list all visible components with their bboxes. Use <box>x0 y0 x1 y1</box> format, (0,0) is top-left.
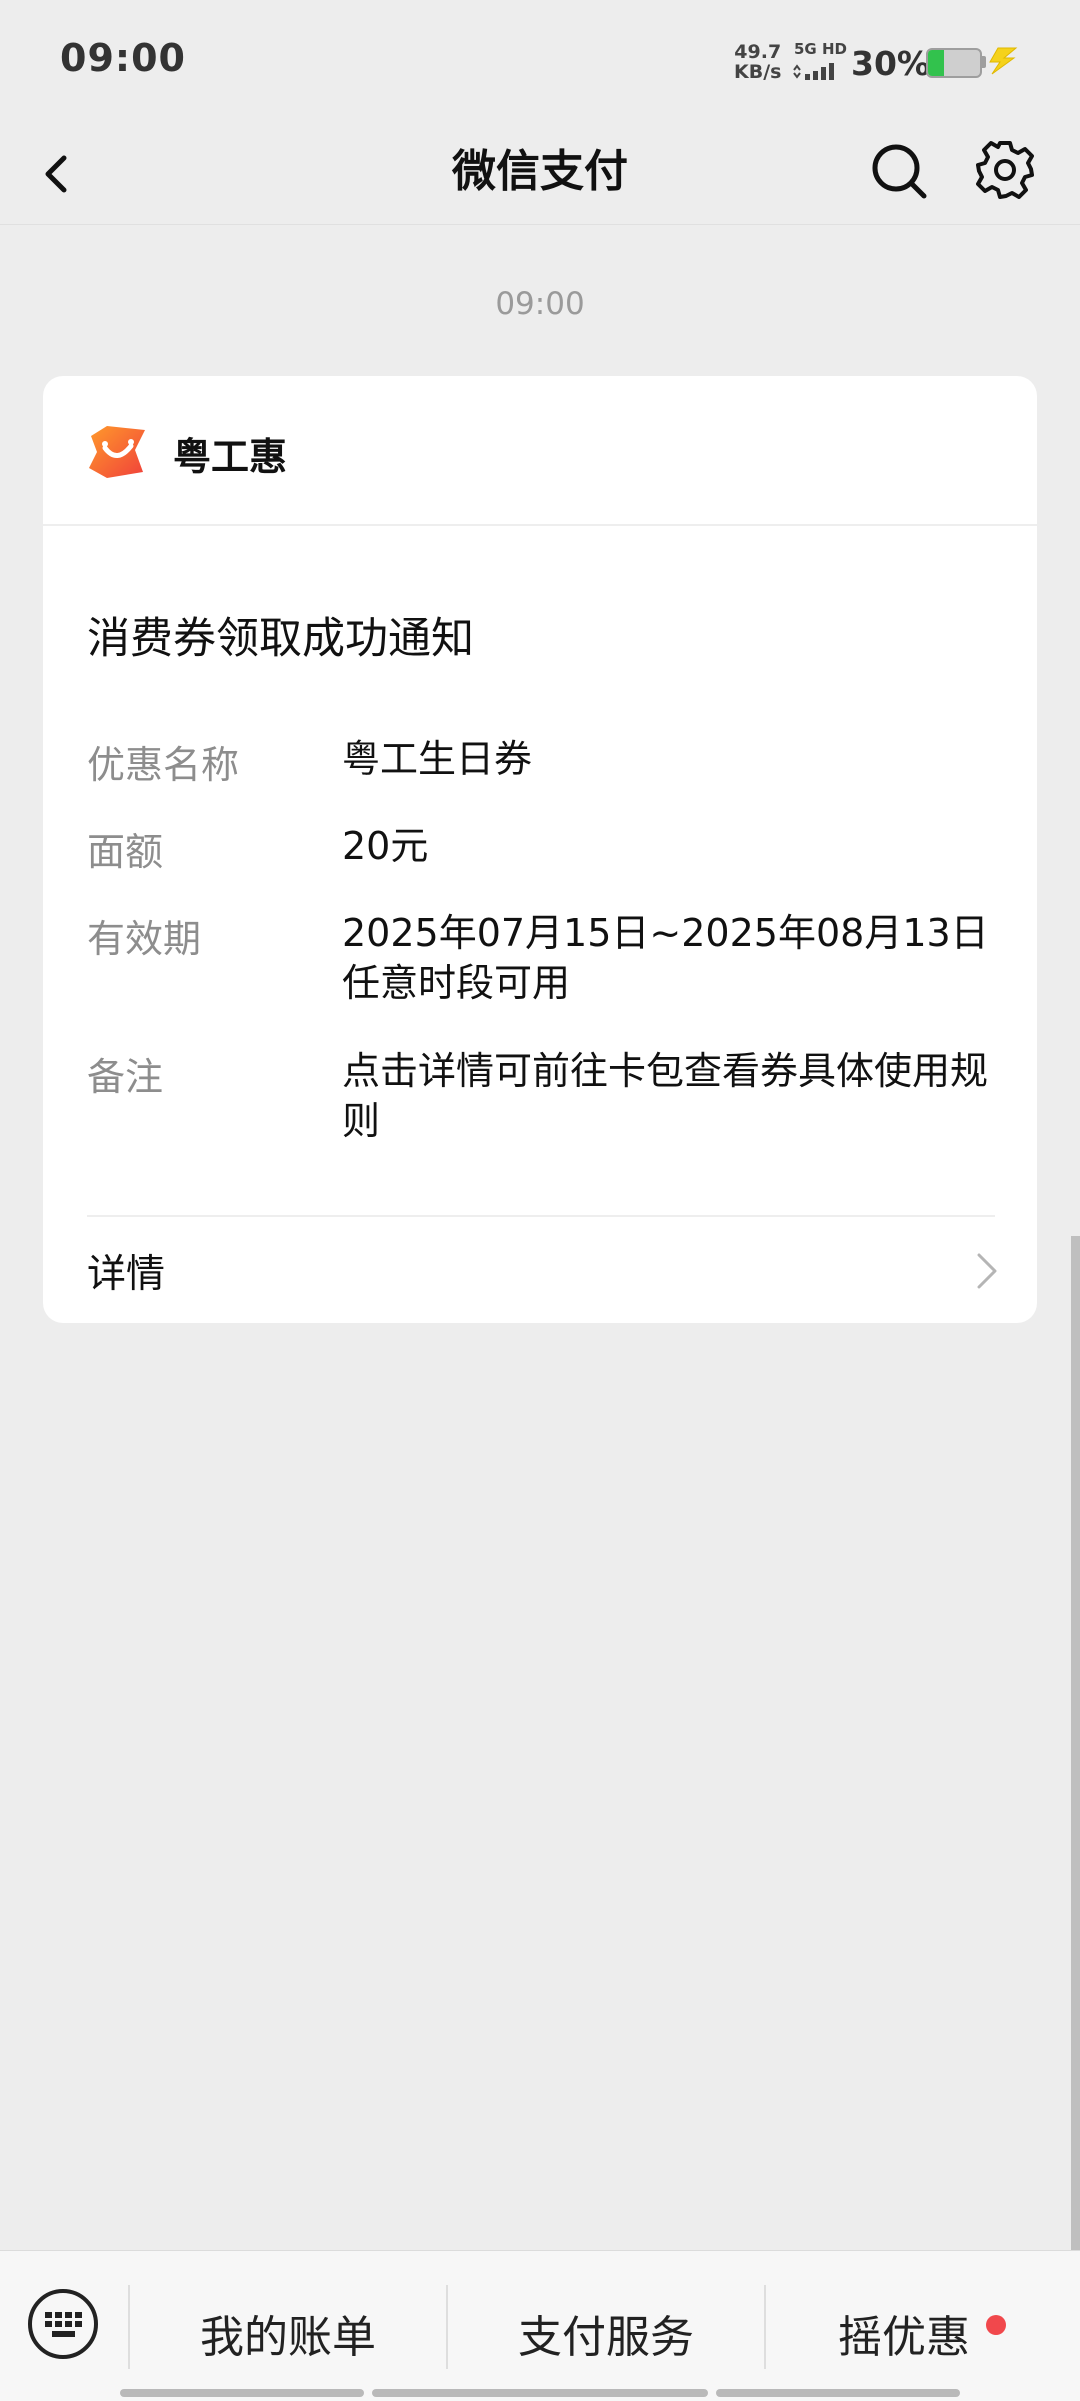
details-label: 详情 <box>87 1252 166 1297</box>
battery-icon <box>926 48 982 78</box>
field-value: 点击详情可前往卡包查看券具体使用规则 <box>342 1049 989 1143</box>
network-speed: 49.7 KB/s <box>734 42 781 82</box>
field-label: 面额 <box>87 830 164 874</box>
bottom-menu: 我的账单 支付服务 摇优惠 <box>0 2250 1080 2401</box>
chevron-right-icon <box>977 1253 997 1289</box>
status-time: 09:00 <box>60 36 186 80</box>
message-timestamp: 09:00 <box>495 286 585 322</box>
field-value: 粤工生日券 <box>342 737 533 781</box>
notification-title: 消费券领取成功通知 <box>87 614 474 664</box>
gear-icon <box>976 141 1034 199</box>
brand-logo-icon <box>89 426 145 478</box>
field-label: 有效期 <box>87 917 202 961</box>
menu-item-payment-services[interactable]: 支付服务 <box>448 2301 764 2365</box>
details-link[interactable]: 详情 <box>43 1217 1037 1323</box>
field-value: 2025年07月15日~2025年08月13日任意时段可用 <box>342 911 989 1005</box>
signal-bars-icon <box>793 63 834 80</box>
network-speed-value: 49.7 <box>734 41 782 63</box>
field-label: 优惠名称 <box>87 743 240 787</box>
menu-item-my-bills[interactable]: 我的账单 <box>130 2301 446 2365</box>
notification-dot <box>986 2315 1006 2335</box>
cellular-signal: 5G HD <box>792 40 847 80</box>
keyboard-toggle-button[interactable] <box>26 2287 100 2361</box>
charging-icon <box>989 47 1018 75</box>
network-type-label: 5G HD <box>794 40 847 58</box>
scrollbar[interactable] <box>1071 1236 1080 2250</box>
card-divider <box>43 524 1037 526</box>
field-label: 备注 <box>87 1055 164 1099</box>
battery-level <box>928 50 944 76</box>
notification-card: 粤工惠 消费券领取成功通知 优惠名称 粤工生日券 面额 20元 有效期 2025… <box>43 376 1037 1323</box>
battery-percent: 30% <box>851 44 930 83</box>
navbar: 微信支付 <box>0 120 1080 225</box>
menu-underline <box>716 2389 960 2397</box>
menu-underline <box>120 2389 364 2397</box>
network-speed-unit: KB/s <box>734 61 782 83</box>
field-value: 20元 <box>342 824 429 868</box>
status-bar: 09:00 49.7 KB/s 5G HD 30% <box>0 0 1080 120</box>
keyboard-icon <box>28 2289 98 2359</box>
brand-name: 粤工惠 <box>173 435 288 479</box>
search-icon <box>872 144 927 199</box>
menu-underline <box>372 2389 708 2397</box>
settings-button[interactable] <box>970 132 1040 208</box>
search-button[interactable] <box>864 132 934 208</box>
